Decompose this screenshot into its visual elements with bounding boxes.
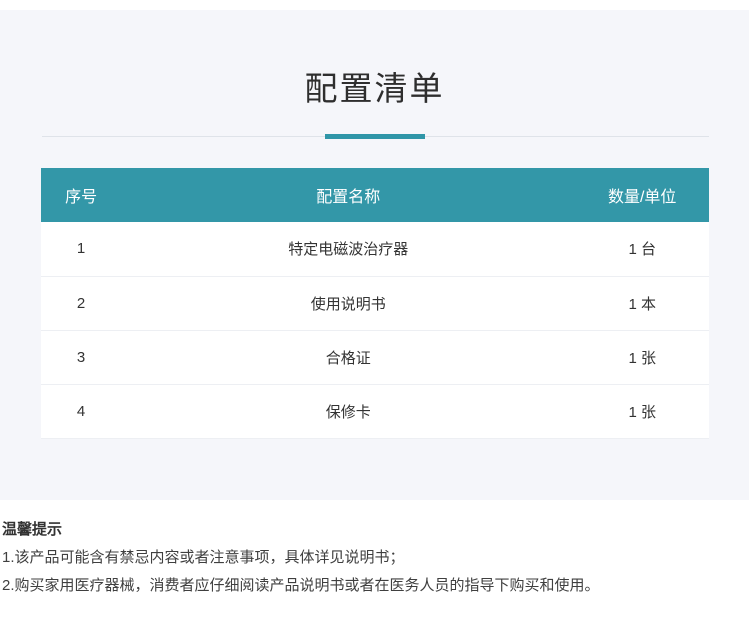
row-index-cell: 2 [41,276,122,331]
row-index-cell: 4 [41,384,122,439]
row-name-cell: 使用说明书 [121,276,576,331]
config-table-body: 1 特定电磁波治疗器 1 台 2 使用说明书 1 本 3 合格证 1 张 4 保… [41,222,709,439]
table-row: 1 特定电磁波治疗器 1 台 [41,222,709,277]
table-header-index: 序号 [41,168,122,222]
row-quantity-cell: 1 张 [575,330,709,385]
row-quantity-cell: 1 台 [575,222,709,277]
table-header-quantity: 数量/单位 [575,168,709,222]
config-table: 序号 配置名称 数量/单位 1 特定电磁波治疗器 1 台 2 使用说明书 1 本… [41,168,709,439]
title-divider-accent-bar [324,134,425,139]
config-list-banner: 配置清单 序号 配置名称 数量/单位 1 特定电磁波治疗器 1 台 2 使用说明… [0,10,749,500]
table-header-name: 配置名称 [121,168,576,222]
table-row: 2 使用说明书 1 本 [41,276,709,331]
row-index-cell: 1 [41,222,122,277]
row-name-cell: 合格证 [121,330,576,385]
title-divider [0,134,749,139]
table-row: 3 合格证 1 张 [41,330,709,385]
tip-line: 1.该产品可能含有禁忌内容或者注意事项，具体详见说明书； [2,549,405,566]
tip-line: 2.购买家用医疗器械，消费者应仔细阅读产品说明书或者在医务人员的指导下购买和使用… [2,577,600,594]
table-row: 4 保修卡 1 张 [41,384,709,439]
page-title: 配置清单 [304,70,445,107]
row-index-cell: 3 [41,330,122,385]
config-table-container: 序号 配置名称 数量/单位 1 特定电磁波治疗器 1 台 2 使用说明书 1 本… [41,168,709,439]
config-table-header: 序号 配置名称 数量/单位 [41,168,709,222]
row-name-cell: 特定电磁波治疗器 [121,222,576,277]
row-quantity-cell: 1 张 [575,384,709,439]
tips-title: 温馨提示 [2,521,63,538]
warm-tips-section: 温馨提示 1.该产品可能含有禁忌内容或者注意事项，具体详见说明书； 2.购买家用… [0,500,749,594]
table-header-row: 序号 配置名称 数量/单位 [41,168,709,222]
row-name-cell: 保修卡 [121,384,576,439]
row-quantity-cell: 1 本 [575,276,709,331]
